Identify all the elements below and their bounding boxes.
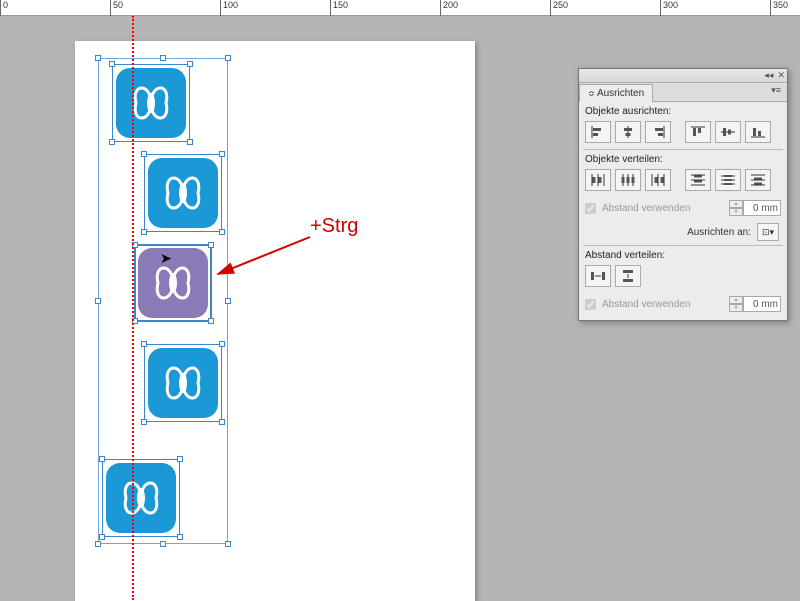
annotation-arrow <box>210 232 320 292</box>
align-hcenter-button[interactable] <box>615 121 641 143</box>
distribute-top-button[interactable] <box>685 169 711 191</box>
ruler-tick: 250 <box>550 0 568 16</box>
panel-collapse-icon[interactable]: ◂◂ <box>764 70 773 81</box>
tab-label: Ausrichten <box>597 88 644 99</box>
ruler-horizontal[interactable]: 0 50 100 150 200 250 300 350 <box>0 0 800 16</box>
distribute-vcenter-button[interactable] <box>715 169 741 191</box>
align-vcenter-button[interactable] <box>715 121 741 143</box>
cursor-icon: ➤ <box>160 250 172 267</box>
section-align-objects: Objekte ausrichten: <box>579 102 787 119</box>
ruler-tick: 300 <box>660 0 678 16</box>
ruler-tick: 200 <box>440 0 458 16</box>
align-top-button[interactable] <box>685 121 711 143</box>
distribute-vspacing-button[interactable] <box>615 265 641 287</box>
spacing-stepper-2: ▴▾ <box>729 296 743 312</box>
distribute-hspacing-button[interactable] <box>585 265 611 287</box>
distribute-hcenter-button[interactable] <box>615 169 641 191</box>
section-distribute-objects: Objekte verteilen: <box>579 150 787 167</box>
panel-titlebar[interactable]: ◂◂ ✕ <box>579 69 787 83</box>
panel-menu-icon[interactable]: ▾≡ <box>765 83 787 101</box>
use-spacing-checkbox-2 <box>585 299 596 310</box>
spacing-value-field <box>743 200 781 216</box>
spacing-value-field-2 <box>743 296 781 312</box>
align-to-dropdown[interactable]: ⊡▾ <box>757 223 779 241</box>
ruler-tick: 50 <box>110 0 123 16</box>
align-right-button[interactable] <box>645 121 671 143</box>
use-spacing-label-2: Abstand verwenden <box>602 299 690 310</box>
group-selection <box>98 58 228 544</box>
tab-align[interactable]: ≎ Ausrichten <box>579 84 653 102</box>
align-bottom-button[interactable] <box>745 121 771 143</box>
align-panel[interactable]: ◂◂ ✕ ≎ Ausrichten ▾≡ Objekte ausrichten:… <box>578 68 788 321</box>
distribute-right-button[interactable] <box>645 169 671 191</box>
use-spacing-label: Abstand verwenden <box>602 203 690 214</box>
ruler-tick: 0 <box>0 0 8 16</box>
distribute-bottom-button[interactable] <box>745 169 771 191</box>
ruler-tick: 100 <box>220 0 238 16</box>
panel-close-icon[interactable]: ✕ <box>777 70 785 81</box>
ruler-tick: 350 <box>770 0 788 16</box>
ruler-tick: 150 <box>330 0 348 16</box>
spacing-stepper: ▴▾ <box>729 200 743 216</box>
section-distribute-spacing: Abstand verteilen: <box>579 246 787 263</box>
vertical-guide[interactable] <box>132 16 134 600</box>
use-spacing-checkbox <box>585 203 596 214</box>
align-left-button[interactable] <box>585 121 611 143</box>
align-to-label: Ausrichten an: <box>687 227 751 238</box>
distribute-left-button[interactable] <box>585 169 611 191</box>
